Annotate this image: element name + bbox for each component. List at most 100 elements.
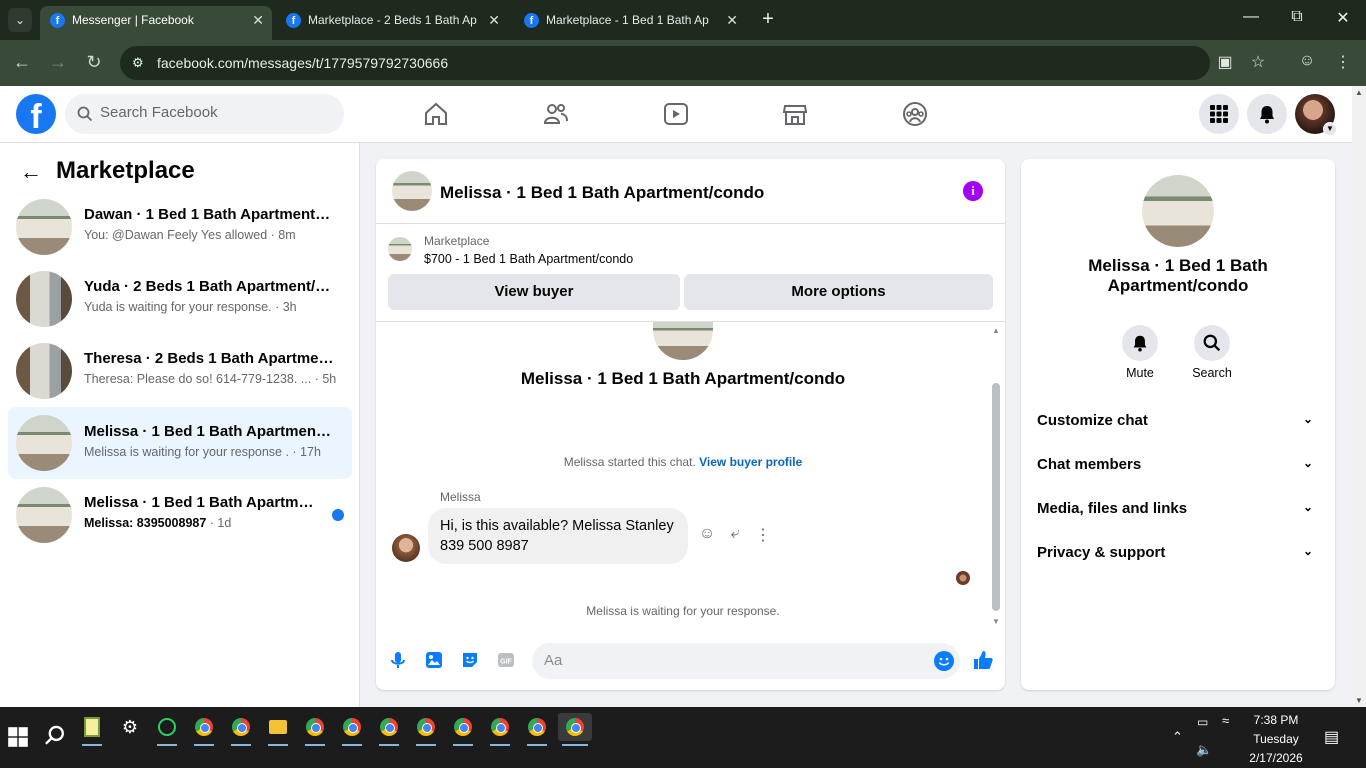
reply-icon[interactable]: ⤶: [725, 525, 745, 543]
listing-thumbnail: [16, 487, 72, 543]
sender-avatar[interactable]: [392, 534, 420, 562]
minimize-button[interactable]: —: [1236, 8, 1266, 26]
chat-title[interactable]: Melissa · 1 Bed 1 Bath Apartment/condo: [440, 183, 764, 203]
video-icon[interactable]: [662, 100, 690, 128]
close-tab-icon[interactable]: ✕: [488, 6, 500, 34]
chrome-app-icon[interactable]: [449, 713, 477, 746]
message-input[interactable]: [544, 652, 914, 669]
chat-scrollbar[interactable]: ▲ ▼: [990, 326, 1002, 626]
emoji-icon[interactable]: [934, 651, 954, 671]
notepad-app-icon[interactable]: [78, 713, 106, 746]
taskbar-clock[interactable]: 7:38 PM Tuesday 2/17/2026: [1248, 711, 1304, 768]
show-hidden-icons-chevron-icon[interactable]: ⌃: [1172, 729, 1183, 745]
microphone-icon[interactable]: [388, 650, 408, 670]
scroll-down-icon[interactable]: ▼: [992, 617, 1000, 626]
tab-messenger[interactable]: f Messenger | Facebook ✕: [40, 6, 272, 40]
view-buyer-button[interactable]: View buyer: [388, 274, 680, 310]
chrome-app-icon[interactable]: [412, 713, 440, 746]
info-icon[interactable]: i: [963, 181, 983, 201]
chrome-app-icon[interactable]: [301, 713, 329, 746]
customize-chat-section[interactable]: Customize chat ⌄: [1037, 412, 1319, 436]
more-options-button[interactable]: More options: [684, 274, 993, 310]
forward-icon[interactable]: →: [46, 52, 70, 73]
facebook-logo-icon[interactable]: f: [16, 94, 56, 136]
back-icon[interactable]: ←: [10, 52, 34, 73]
message-bubble[interactable]: Hi, is this available? Melissa Stanley 83…: [428, 508, 688, 564]
scroll-down-icon[interactable]: ▼: [1355, 696, 1363, 705]
sticker-icon[interactable]: [460, 650, 480, 670]
close-tab-icon[interactable]: ✕: [252, 6, 264, 34]
react-emoji-icon[interactable]: ☺: [697, 525, 717, 543]
restore-button[interactable]: ⧉: [1282, 8, 1312, 26]
chrome-app-icon[interactable]: [190, 713, 218, 746]
seen-avatar: [956, 571, 970, 585]
chrome-app-icon-active[interactable]: [558, 713, 592, 746]
notifications-bell-icon[interactable]: [1247, 94, 1287, 134]
contact-avatar[interactable]: [1142, 175, 1214, 247]
facebook-favicon-icon: f: [50, 13, 65, 28]
more-icon[interactable]: ⋮: [753, 525, 773, 545]
tab-search-button[interactable]: ⌄: [8, 8, 32, 32]
view-buyer-profile-link[interactable]: View buyer profile: [699, 455, 802, 469]
chrome-app-icon[interactable]: [523, 713, 551, 746]
search-input[interactable]: [100, 104, 330, 121]
whatsapp-app-icon[interactable]: [153, 713, 181, 746]
scroll-up-icon[interactable]: ▲: [1355, 88, 1363, 97]
facebook-search[interactable]: [65, 94, 344, 134]
settings-gear-icon[interactable]: ⚙: [116, 713, 144, 741]
conversation-item[interactable]: Yuda · 2 Beds 1 Bath Apartment/co... Yud…: [8, 267, 352, 331]
chat-members-section[interactable]: Chat members ⌄: [1037, 456, 1319, 480]
chat-intro-name: Melissa · 1 Bed 1 Bath Apartment/condo: [520, 369, 846, 388]
marketplace-icon[interactable]: [781, 100, 809, 128]
bookmark-star-icon[interactable]: ☆: [1247, 52, 1269, 72]
listing-price-title[interactable]: $700 - 1 Bed 1 Bath Apartment/condo: [424, 252, 633, 266]
message-input-container[interactable]: [532, 643, 960, 679]
account-avatar[interactable]: ▼: [1295, 94, 1337, 136]
conversation-item[interactable]: Theresa · 2 Beds 1 Bath Apartment... The…: [8, 339, 352, 403]
volume-icon[interactable]: 🔈: [1196, 742, 1212, 758]
conversation-item[interactable]: Melissa · 1 Bed 1 Bath Apartment... Meli…: [8, 483, 352, 547]
chrome-app-icon[interactable]: [227, 713, 255, 746]
close-window-button[interactable]: ✕: [1328, 8, 1358, 28]
menu-grid-icon[interactable]: [1199, 94, 1239, 134]
thumbs-up-icon[interactable]: [972, 649, 994, 671]
gif-icon[interactable]: GIF: [496, 650, 516, 670]
back-arrow-icon[interactable]: ←: [20, 159, 42, 185]
address-bar[interactable]: ⚙ facebook.com/messages/t/17795797927306…: [120, 46, 1210, 80]
photo-icon[interactable]: [424, 650, 444, 670]
search-conversation-button[interactable]: Search: [1182, 325, 1242, 380]
chrome-app-icon[interactable]: [338, 713, 366, 746]
reload-icon[interactable]: ↻: [82, 52, 106, 73]
friends-icon[interactable]: [542, 100, 570, 128]
wifi-icon[interactable]: ≈: [1222, 713, 1229, 728]
chrome-menu-icon[interactable]: ⋮: [1332, 52, 1354, 72]
battery-icon[interactable]: ▭: [1197, 715, 1208, 729]
scroll-up-icon[interactable]: ▲: [992, 326, 1000, 335]
search-icon[interactable]: [42, 723, 68, 749]
mute-button[interactable]: Mute: [1110, 325, 1170, 380]
chat-avatar[interactable]: [392, 171, 432, 211]
tab-marketplace-1bed[interactable]: f Marketplace - 1 Bed 1 Bath Ap ✕: [514, 6, 746, 40]
notification-center-icon[interactable]: ▤: [1324, 727, 1339, 747]
page-scrollbar[interactable]: ▲ ▼: [1352, 86, 1366, 707]
scroll-thumb[interactable]: [992, 383, 1000, 611]
search-label: Search: [1192, 366, 1232, 380]
new-tab-button[interactable]: +: [757, 8, 779, 31]
media-files-links-section[interactable]: Media, files and links ⌄: [1037, 500, 1319, 524]
chrome-app-icon[interactable]: [375, 713, 403, 746]
close-tab-icon[interactable]: ✕: [726, 6, 738, 34]
sidebar-title: Marketplace: [56, 157, 195, 184]
privacy-support-section[interactable]: Privacy & support ⌄: [1037, 544, 1319, 568]
tab-marketplace-2beds[interactable]: f Marketplace - 2 Beds 1 Bath Ap ✕: [276, 6, 508, 40]
install-app-icon[interactable]: ▣: [1214, 52, 1236, 72]
clock-time: 7:38 PM: [1253, 713, 1299, 727]
profile-icon[interactable]: ☺: [1296, 52, 1318, 70]
conversation-item[interactable]: Dawan · 1 Bed 1 Bath Apartment/c... You:…: [8, 195, 352, 259]
home-icon[interactable]: [422, 100, 450, 128]
chrome-app-icon[interactable]: [486, 713, 514, 746]
file-explorer-icon[interactable]: [264, 713, 292, 746]
windows-start-icon[interactable]: [4, 723, 32, 751]
conversation-item-selected[interactable]: Melissa · 1 Bed 1 Bath Apartment/c... Me…: [8, 407, 352, 479]
groups-icon[interactable]: [901, 100, 929, 128]
site-settings-icon[interactable]: ⚙: [132, 55, 148, 71]
